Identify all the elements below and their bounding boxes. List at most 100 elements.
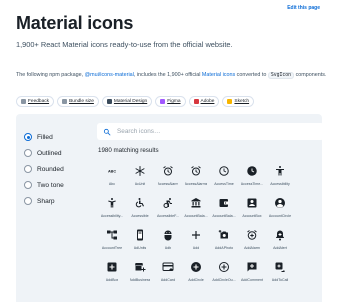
icon-grid: ABC Abc AcUnit AccessAlarm AccessAlarms Acces… (98, 164, 324, 287)
filter-outlined[interactable]: Outlined (24, 145, 64, 161)
chip-figma[interactable]: Figma (155, 96, 186, 107)
icon-name: AddBox (105, 278, 119, 282)
icon-tile[interactable]: AddCard (154, 260, 182, 287)
add-box-icon (107, 262, 117, 272)
abc-icon: ABC (108, 170, 116, 174)
icon-name: Accessibility... (100, 214, 124, 218)
icon-tile[interactable]: AddAlarm (238, 228, 266, 255)
add-a-photo-icon (218, 230, 228, 239)
icon-tile[interactable]: AccessibleF... (154, 196, 182, 223)
icon-name: Abc (108, 182, 116, 186)
chip-label: Sketch (234, 99, 250, 104)
icon-tile[interactable]: AccessAlarm (154, 164, 182, 191)
chip-label: Figma (167, 99, 181, 104)
icon-tile[interactable]: AddAPhoto (210, 228, 238, 255)
filter-two-tone[interactable]: Two tone (24, 177, 64, 193)
material-icons-link[interactable]: Material icons (202, 72, 235, 78)
icon-tile[interactable]: AcUnit (126, 164, 154, 191)
icon-tile[interactable]: AdUnits (126, 228, 154, 255)
chip-bundle-size[interactable]: Bundle size (57, 96, 99, 107)
access-alarms-icon (191, 166, 201, 176)
icon-name: Adb (164, 246, 172, 250)
filter-label: Rounded (37, 165, 64, 173)
page-subtitle: 1,900+ React Material icons ready-to-use… (16, 40, 233, 49)
icon-name: Accessible (131, 214, 149, 218)
icon-name: AddToCall (271, 278, 289, 282)
search-input[interactable] (117, 128, 307, 135)
account-circle-icon (275, 198, 285, 208)
svgicon-link[interactable]: SvgIcon (267, 72, 295, 79)
search-icon (103, 128, 111, 135)
material-design-icon (106, 99, 112, 104)
filter-sharp[interactable]: Sharp (24, 193, 64, 209)
icon-name: AccessAlarm (157, 182, 179, 186)
icon-tile[interactable]: AccountBala... (182, 196, 210, 223)
chip-feedback[interactable]: Feedback (16, 96, 55, 107)
icon-tile[interactable]: Accessibility... (98, 196, 126, 223)
icon-tile[interactable]: AccessTime... (238, 164, 266, 191)
icon-name: AccountCircle (268, 214, 292, 218)
filter-rounded[interactable]: Rounded (24, 161, 64, 177)
filter-label: Sharp (37, 197, 55, 205)
radio-button[interactable] (24, 165, 32, 173)
accessible-icon (135, 198, 144, 208)
edit-page-link[interactable]: Edit this page (287, 5, 320, 11)
icon-tile[interactable]: AddToCall (266, 260, 294, 287)
ac-unit-icon (135, 166, 145, 176)
ad-units-icon (137, 229, 143, 241)
icon-tile[interactable]: AddAlert (266, 228, 294, 255)
results-count: 1980 matching results (98, 147, 159, 154)
icon-tile[interactable]: AccessAlarms (182, 164, 210, 191)
icon-name: AdUnits (133, 246, 147, 250)
chip-sketch[interactable]: Sketch (222, 96, 255, 107)
icon-tile[interactable]: Adb (154, 228, 182, 255)
icon-tile[interactable]: Accessibility (266, 164, 294, 191)
chip-label: Bundle size (69, 99, 94, 104)
icon-name: AccessibleF... (157, 214, 179, 218)
icon-name: AddBusiness (129, 278, 151, 282)
add-card-icon (162, 262, 174, 271)
chip-material-design[interactable]: Material Design (101, 96, 153, 107)
icon-tile[interactable]: AccountBox (238, 196, 266, 223)
icon-tile[interactable]: AddCircle (182, 260, 210, 287)
icon-name: AccessAlarms (184, 182, 208, 186)
adb-icon (164, 230, 172, 241)
add-icon (192, 231, 200, 239)
accessibility-new-icon (108, 198, 116, 208)
theme-filter-group: Filled Outlined Rounded Two tone Sharp (24, 129, 64, 209)
adobe-icon (193, 99, 199, 104)
icon-tile[interactable]: AddBusiness (126, 260, 154, 287)
intro-paragraph: The following npm package, @mui/icons-ma… (16, 71, 331, 80)
icon-tile[interactable]: AddBox (98, 260, 126, 287)
icon-tile[interactable]: AccountTree (98, 228, 126, 255)
radio-button[interactable] (24, 197, 32, 205)
add-alert-icon (276, 230, 284, 241)
icon-name: AccountTree (101, 246, 123, 250)
radio-button[interactable] (24, 181, 32, 189)
icon-tile[interactable]: AddComment (238, 260, 266, 287)
icon-name: AccessTime (214, 182, 234, 186)
search-box (97, 123, 324, 140)
filter-filled[interactable]: Filled (24, 129, 64, 145)
chip-adobe[interactable]: Adobe (188, 96, 220, 107)
add-to-call-icon (275, 262, 285, 272)
radio-button[interactable] (24, 133, 32, 141)
icon-tile[interactable]: AccessTime (210, 164, 238, 191)
icon-name: Accessibility (270, 182, 290, 186)
icon-tile[interactable]: AccountCircle (266, 196, 294, 223)
icon-tile[interactable]: Add (182, 228, 210, 255)
sketch-icon (227, 99, 233, 104)
icon-name: AddAPhoto (214, 246, 234, 250)
radio-button[interactable] (24, 149, 32, 157)
add-alarm-icon (247, 230, 257, 240)
npm-package-link[interactable]: @mui/icons-material (85, 72, 134, 78)
icon-name: AddCircleOu... (212, 278, 236, 282)
icon-name: AccountBox (242, 214, 262, 218)
icon-name: AddCircle (188, 278, 204, 282)
add-business-icon (135, 263, 146, 272)
icon-tile[interactable]: ABC Abc (98, 164, 126, 191)
icon-tile[interactable]: AddCircleOu... (210, 260, 238, 287)
icon-tile[interactable]: Accessible (126, 196, 154, 223)
accessible-forward-icon (163, 198, 172, 208)
icon-tile[interactable]: AccountBala... (210, 196, 238, 223)
